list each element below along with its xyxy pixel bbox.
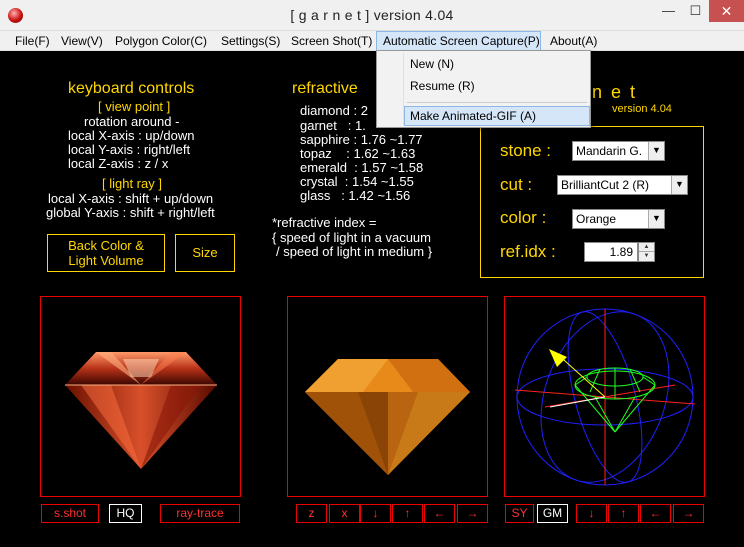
title-bar: [ g a r n e t ] version 4.04 — ☐ ✕ [0, 0, 744, 31]
refractive-note-line-3: / speed of light in medium } [276, 244, 433, 259]
refractive-name: emerald [300, 160, 347, 175]
refidx-spinner[interactable]: ▲ ▼ [638, 242, 655, 262]
minimize-button[interactable]: — [655, 0, 682, 22]
garnet-gem-raytrace-image [65, 352, 217, 469]
refractive-value: : 1.62 ~1.63 [346, 146, 416, 161]
chevron-down-icon: ▼ [671, 176, 687, 194]
rotate-x-button[interactable]: x [329, 504, 360, 523]
refractive-name: garnet [300, 118, 337, 133]
logo-version: version 4.04 [612, 103, 672, 115]
refractive-row-glass: glass : 1.42 ~1.56 [300, 188, 410, 203]
back-color-light-volume-button[interactable]: Back Color & Light Volume [47, 234, 165, 272]
local-x-axis-line: local X-axis : up/down [68, 128, 195, 143]
light-arrow-right-button[interactable]: → [673, 504, 704, 523]
refractive-name: topaz [300, 146, 332, 161]
color-select[interactable]: Orange ▼ [572, 209, 665, 229]
refractive-name: glass [300, 188, 331, 203]
keyboard-controls-title: keyboard controls [68, 80, 195, 97]
menu-item-new[interactable]: New (N) [410, 57, 454, 71]
refractive-note-line-1: *refractive index = [272, 215, 377, 230]
stone-select-value: Mandarin G. [576, 144, 643, 158]
light-global-y-line: global Y-axis : shift + right/left [46, 205, 215, 220]
render-panel-wireframe[interactable] [504, 296, 705, 497]
menu-file[interactable]: File(F) [15, 34, 50, 48]
raytrace-button[interactable]: ray-trace [160, 504, 240, 523]
local-y-axis-line: local Y-axis : right/left [68, 142, 191, 157]
stone-label: stone : [500, 141, 552, 160]
light-arrow-left-button[interactable]: ← [640, 504, 671, 523]
refractive-name: diamond [300, 103, 350, 118]
refractive-name: crystal [300, 174, 338, 189]
refractive-name: sapphire [300, 132, 350, 147]
refidx-label: ref.idx : [500, 242, 556, 261]
light-ray-heading: [ light ray ] [102, 176, 162, 191]
chevron-down-icon: ▼ [648, 210, 664, 228]
arrow-down-button[interactable]: ↓ [360, 504, 391, 523]
light-volume-label: Light Volume [68, 253, 144, 268]
wireframe-gem-image [514, 308, 696, 486]
menu-item-resume[interactable]: Resume (R) [410, 79, 475, 93]
refractive-value: : 1. [347, 118, 366, 133]
arrow-right-button[interactable]: → [457, 504, 488, 523]
view-point-heading: [ view point ] [98, 99, 171, 114]
close-button[interactable]: ✕ [709, 0, 744, 22]
refractive-value: : 1.57 ~1.58 [354, 160, 424, 175]
refractive-value: : 1.76 ~1.77 [353, 132, 423, 147]
color-label: color : [500, 208, 547, 227]
garnet-gem-polygon-image [305, 359, 470, 475]
spin-down-icon[interactable]: ▼ [639, 252, 654, 261]
refractive-row-emerald: emerald : 1.57 ~1.58 [300, 160, 423, 175]
render-panel-raytrace[interactable] [40, 296, 241, 497]
refractive-note-line-2: { speed of light in a vacuum [272, 230, 431, 245]
sy-button[interactable]: SY [505, 504, 534, 523]
hq-button[interactable]: HQ [109, 504, 142, 523]
refractive-row-topaz: topaz : 1.62 ~1.63 [300, 146, 415, 161]
refractive-row-garnet: garnet : 1. [300, 118, 366, 133]
menu-item-make-animated-gif[interactable]: Make Animated-GIF (A) [410, 109, 536, 123]
chevron-down-icon: ▼ [648, 142, 664, 160]
cut-select-value: BrilliantCut 2 (R) [561, 178, 650, 192]
size-button[interactable]: Size [175, 234, 235, 272]
automatic-capture-menu: New (N) Resume (R) Make Animated-GIF (A) [376, 50, 591, 128]
window-title: [ g a r n e t ] version 4.04 [290, 7, 454, 23]
light-local-x-line: local X-axis : shift + up/down [48, 191, 214, 206]
menu-about[interactable]: About(A) [550, 34, 597, 48]
refractive-row-crystal: crystal : 1.54 ~1.55 [300, 174, 414, 189]
color-select-value: Orange [576, 212, 617, 226]
arrow-left-button[interactable]: ← [424, 504, 455, 523]
refractive-title: refractive [292, 80, 358, 97]
menu-separator [407, 102, 587, 103]
render-panel-polygon[interactable] [287, 296, 488, 497]
menu-polygon-color[interactable]: Polygon Color(C) [115, 34, 207, 48]
menu-screen-shot[interactable]: Screen Shot(T) [291, 34, 372, 48]
rotate-z-button[interactable]: z [296, 504, 327, 523]
refractive-value: : 1.54 ~1.55 [344, 174, 414, 189]
local-z-axis-line: local Z-axis : z / x [68, 156, 169, 171]
refractive-row-diamond: diamond : 2 [300, 103, 368, 118]
light-arrow-down-button[interactable]: ↓ [576, 504, 607, 523]
screenshot-button[interactable]: s.shot [41, 504, 99, 523]
cut-label: cut : [500, 175, 533, 194]
maximize-button[interactable]: ☐ [682, 0, 709, 22]
menu-automatic-screen-capture[interactable]: Automatic Screen Capture(P) [383, 34, 540, 48]
menu-view[interactable]: View(V) [61, 34, 103, 48]
refractive-value: : 2 [353, 103, 368, 118]
stone-select[interactable]: Mandarin G. ▼ [572, 141, 665, 161]
arrow-up-button[interactable]: ↑ [392, 504, 423, 523]
back-color-label: Back Color & [68, 238, 144, 253]
menu-settings[interactable]: Settings(S) [221, 34, 280, 48]
gm-button[interactable]: GM [537, 504, 568, 523]
refractive-row-sapphire: sapphire : 1.76 ~1.77 [300, 132, 423, 147]
refidx-input[interactable]: 1.89 [584, 242, 638, 262]
logo-title: n e t [592, 82, 638, 102]
refractive-value: : 1.42 ~1.56 [341, 188, 411, 203]
cut-select[interactable]: BrilliantCut 2 (R) ▼ [557, 175, 688, 195]
refidx-input-value: 1.89 [609, 245, 633, 259]
rotation-around-label: rotation around - [84, 114, 180, 129]
spin-up-icon[interactable]: ▲ [639, 243, 654, 252]
light-arrow-up-button[interactable]: ↑ [608, 504, 639, 523]
